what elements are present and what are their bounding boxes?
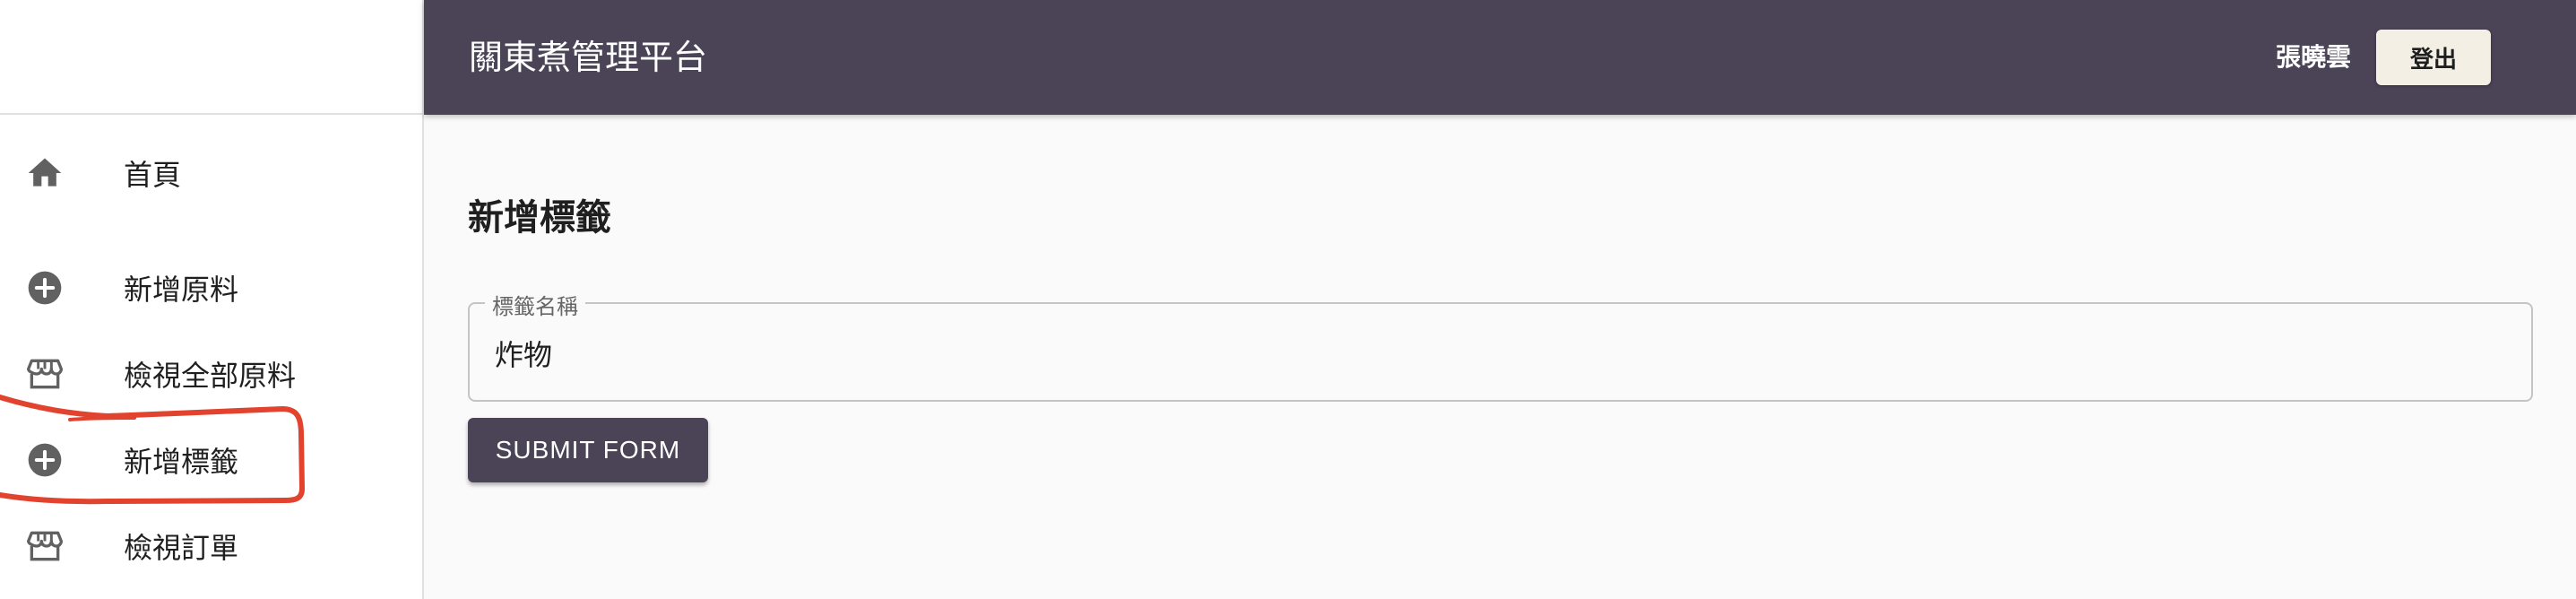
storefront-icon xyxy=(27,531,63,561)
sidebar-item-label: 新增原料 xyxy=(124,273,239,307)
sidebar-item-label: 首頁 xyxy=(124,158,182,192)
sidebar-item-add-tag[interactable]: 新增標籤 xyxy=(0,420,422,500)
page-title: 新增標籤 xyxy=(468,197,611,239)
home-icon xyxy=(28,158,62,187)
sidebar-header xyxy=(0,0,422,115)
sidebar-item-view-ingredients[interactable]: 檢視全部原料 xyxy=(0,334,422,414)
sidebar: 首頁 新增原料 檢視全部原料 新增標籤 檢視訂單 xyxy=(0,0,424,599)
sidebar-item-label: 新增標籤 xyxy=(124,445,239,479)
sidebar-item-add-ingredient[interactable]: 新增原料 xyxy=(0,247,422,328)
sidebar-item-view-orders[interactable]: 檢視訂單 xyxy=(0,506,422,586)
app-title: 關東煮管理平台 xyxy=(469,38,708,77)
storefront-icon xyxy=(27,359,63,389)
app-bar: 關東煮管理平台 張曉雲 登出 xyxy=(424,0,2576,115)
logout-button[interactable]: 登出 xyxy=(2376,30,2491,85)
sidebar-item-home[interactable]: 首頁 xyxy=(0,133,422,213)
user-name: 張曉雲 xyxy=(2276,42,2352,72)
sidebar-item-label: 檢視訂單 xyxy=(124,531,239,565)
submit-form-button[interactable]: SUBMIT FORM xyxy=(468,418,708,482)
tag-name-field-label: 標籤名稱 xyxy=(485,289,585,320)
tag-name-input[interactable] xyxy=(493,327,2513,379)
add-circle-icon xyxy=(28,443,62,477)
sidebar-item-label: 檢視全部原料 xyxy=(124,359,297,393)
add-circle-icon xyxy=(28,271,62,305)
